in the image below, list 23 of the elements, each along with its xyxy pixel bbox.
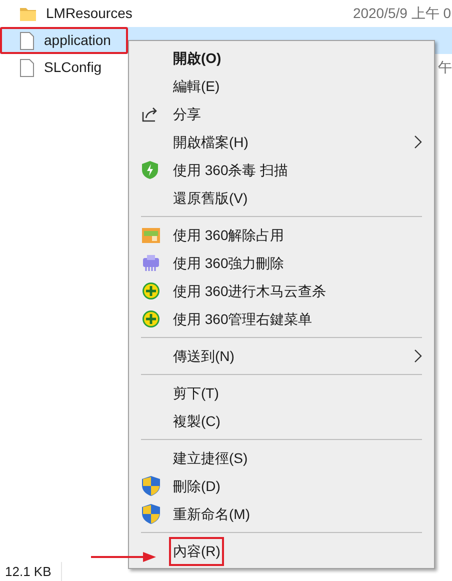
file-date: 2020/5/9 上午 0 bbox=[352, 4, 451, 23]
menu-item-label: 複製(C) bbox=[172, 412, 222, 431]
file-name: LMResources bbox=[46, 4, 132, 23]
menu-item-label: 分享 bbox=[172, 104, 202, 124]
menu-item-label: 刪除(D) bbox=[172, 476, 222, 496]
menu-item-label: 使用 360杀毒 扫描 bbox=[172, 160, 290, 180]
file-name: SLConfig bbox=[44, 58, 102, 77]
menu-item-label: 使用 360解除占用 bbox=[172, 226, 286, 244]
menu-item-label: 傳送到(N) bbox=[172, 346, 236, 366]
menu-item-label: 使用 360进行木马云查杀 bbox=[172, 282, 328, 300]
file-name: application bbox=[44, 31, 111, 50]
status-bar-size: 12.1 KB bbox=[5, 562, 62, 581]
menu-item-label: 建立捷徑(S) bbox=[172, 448, 249, 468]
menu-item-label: 編輯(E) bbox=[172, 76, 221, 96]
menu-item-label: 開啟檔案(H) bbox=[172, 132, 250, 152]
menu-item-label: 使用 360強力刪除 bbox=[172, 254, 286, 272]
menu-item-label: 還原舊版(V) bbox=[172, 188, 249, 208]
menu-item-label: 內容(R) bbox=[169, 536, 224, 566]
menu-item-label: 開啟(O) bbox=[172, 48, 222, 68]
menu-item-label: 重新命名(M) bbox=[172, 504, 251, 524]
menu-item-label: 使用 360管理右鍵菜单 bbox=[172, 310, 314, 328]
file-date: 午 bbox=[438, 58, 452, 77]
menu-item-label: 剪下(T) bbox=[172, 384, 220, 403]
